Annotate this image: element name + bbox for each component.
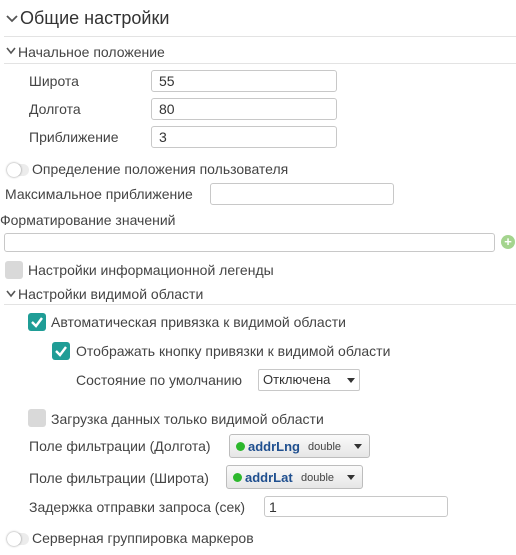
chevron-down-icon[interactable]: [6, 290, 16, 298]
field-status-dot: [236, 442, 245, 451]
dropdown-arrow-icon: [354, 444, 362, 449]
value-formatting-label: Форматирование значений: [0, 212, 176, 228]
field-status-dot: [233, 473, 242, 482]
auto-bind-checkbox[interactable]: [28, 313, 46, 331]
filter-lat-field-name: addrLat: [245, 470, 293, 485]
section-title-viewport-settings[interactable]: Настройки видимой области: [18, 286, 203, 302]
filter-lat-field-type: double: [301, 472, 335, 484]
dropdown-arrow-icon: [347, 378, 355, 383]
auto-bind-label: Автоматическая привязка к видимой област…: [51, 314, 346, 330]
filter-lat-label: Поле фильтрации (Широта): [29, 470, 209, 486]
value-formatting-input[interactable]: [4, 233, 495, 252]
check-icon: [55, 346, 67, 357]
zoom-label: Приближение: [29, 129, 119, 145]
divider: [4, 63, 516, 64]
server-clustering-toggle[interactable]: [7, 532, 29, 546]
legend-settings-label: Настройки информационной легенды: [28, 262, 274, 278]
filter-lng-field-type: double: [308, 441, 342, 453]
request-delay-input[interactable]: [264, 496, 448, 517]
show-bind-button-label: Отображать кнопку привязки к видимой обл…: [76, 343, 391, 359]
geolocation-toggle[interactable]: [7, 163, 29, 177]
toggle-knob: [7, 532, 21, 546]
viewport-only-label: Загрузка данных только видимой области: [51, 411, 324, 427]
divider: [4, 304, 516, 305]
check-icon: [31, 317, 43, 328]
zoom-input[interactable]: [151, 126, 337, 148]
viewport-only-checkbox[interactable]: [28, 409, 46, 427]
default-state-select[interactable]: Отключена: [258, 369, 360, 391]
latitude-input[interactable]: [151, 70, 337, 92]
geolocation-label: Определение положения пользователя: [32, 161, 289, 177]
dropdown-arrow-icon: [347, 475, 355, 480]
latitude-label: Широта: [29, 73, 79, 89]
default-state-label: Состояние по умолчанию: [76, 372, 242, 388]
toggle-knob: [7, 163, 21, 177]
max-zoom-input[interactable]: [210, 183, 394, 205]
server-clustering-label: Серверная группировка маркеров: [32, 530, 254, 546]
legend-settings-checkbox[interactable]: [5, 261, 23, 279]
filter-lng-label: Поле фильтрации (Долгота): [29, 438, 211, 454]
show-bind-button-checkbox[interactable]: [52, 342, 70, 360]
section-title-initial-position[interactable]: Начальное положение: [18, 44, 165, 60]
divider: [4, 36, 516, 37]
longitude-input[interactable]: [151, 98, 337, 120]
filter-lat-select[interactable]: addrLat double: [226, 465, 363, 489]
page-title: Общие настройки: [20, 8, 170, 28]
filter-lng-field-name: addrLng: [248, 439, 300, 454]
max-zoom-label: Максимальное приближение: [5, 186, 193, 202]
filter-lng-select[interactable]: addrLng double: [229, 434, 370, 458]
plus-icon[interactable]: +: [501, 235, 515, 249]
default-state-value: Отключена: [263, 372, 331, 387]
chevron-down-icon[interactable]: [6, 14, 18, 24]
chevron-down-icon[interactable]: [6, 47, 16, 55]
longitude-label: Долгота: [29, 101, 81, 117]
request-delay-label: Задержка отправки запроса (сек): [29, 499, 246, 515]
